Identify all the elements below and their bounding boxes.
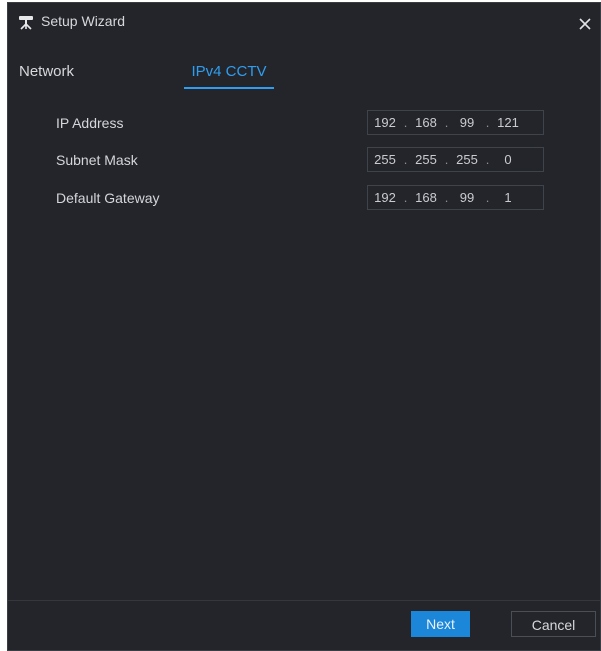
octet[interactable]: 168 [409,190,443,205]
footer-divider [8,600,600,601]
octet-separator: . [403,152,408,167]
active-tab-indicator [184,87,274,89]
octet-separator: . [485,115,490,130]
octet-separator: . [444,190,449,205]
setup-wizard-dialog: Setup Wizard Network IPv4 CCTV IP Addres… [7,2,601,651]
octet[interactable]: 192 [368,115,402,130]
octet[interactable]: 255 [368,152,402,167]
octet-separator: . [444,115,449,130]
octet[interactable]: 99 [450,190,484,205]
octet-separator: . [403,190,408,205]
octet-separator: . [444,152,449,167]
octet[interactable]: 1 [491,190,525,205]
default-gateway-label: Default Gateway [56,190,160,206]
next-button[interactable]: Next [411,611,470,637]
title-bar: Setup Wizard [8,3,600,41]
subnet-mask-row: Subnet Mask 255 . 255 . 255 . 0 [56,147,550,173]
ip-address-row: IP Address 192 . 168 . 99 . 121 [56,110,550,136]
octet[interactable]: 168 [409,115,443,130]
octet-separator: . [485,190,490,205]
octet[interactable]: 255 [450,152,484,167]
octet[interactable]: 192 [368,190,402,205]
octet-separator: . [403,115,408,130]
close-icon[interactable] [574,13,596,35]
subnet-mask-label: Subnet Mask [56,152,138,168]
cancel-button[interactable]: Cancel [511,611,596,637]
default-gateway-input[interactable]: 192 . 168 . 99 . 1 [367,185,544,210]
camera-tripod-icon [19,16,33,30]
tab-ipv4-cctv[interactable]: IPv4 CCTV [184,63,274,80]
octet[interactable]: 0 [491,152,525,167]
ip-address-input[interactable]: 192 . 168 . 99 . 121 [367,110,544,135]
default-gateway-row: Default Gateway 192 . 168 . 99 . 1 [56,185,550,211]
tab-bar: Network IPv4 CCTV [8,53,600,93]
octet[interactable]: 255 [409,152,443,167]
octet[interactable]: 99 [450,115,484,130]
subnet-mask-input[interactable]: 255 . 255 . 255 . 0 [367,147,544,172]
octet-separator: . [485,152,490,167]
ip-address-label: IP Address [56,115,124,131]
tab-network[interactable]: Network [19,63,74,80]
window-title: Setup Wizard [41,13,126,29]
octet[interactable]: 121 [491,115,525,130]
